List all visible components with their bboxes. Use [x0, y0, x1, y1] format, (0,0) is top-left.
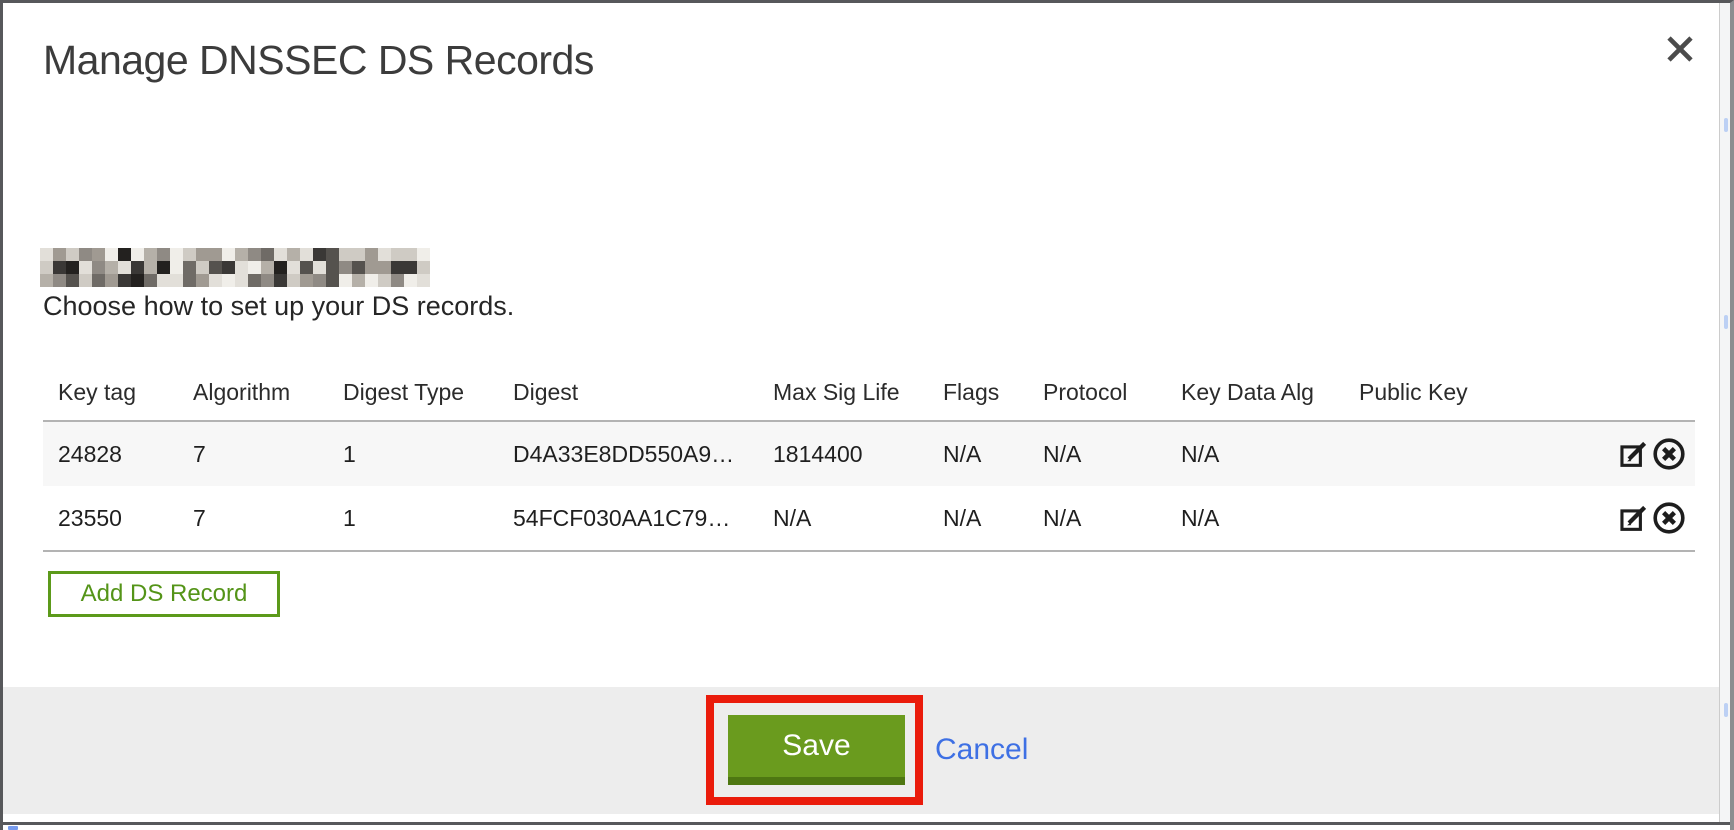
cell-public-key [1359, 421, 1523, 486]
table-row: 24828 7 1 D4A33E8DD550A9… 1814400 N/A N/… [43, 421, 1695, 486]
table-header-row: Key tag Algorithm Digest Type Digest Max… [43, 373, 1695, 421]
cell-algorithm: 7 [193, 421, 343, 486]
gutter-artifact [1724, 703, 1728, 717]
close-x-icon [1666, 35, 1694, 63]
header-algorithm: Algorithm [193, 373, 343, 421]
delete-record-button[interactable] [1651, 500, 1687, 536]
cancel-link[interactable]: Cancel [935, 733, 1028, 767]
cell-flags: N/A [943, 421, 1043, 486]
table-row: 23550 7 1 54FCF030AA1C79… N/A N/A N/A N/… [43, 486, 1695, 551]
edit-icon [1617, 501, 1651, 535]
gutter-artifact [1724, 118, 1728, 132]
delete-record-button[interactable] [1651, 436, 1687, 472]
header-key-tag: Key tag [43, 373, 193, 421]
header-flags: Flags [943, 373, 1043, 421]
gutter-artifact [1724, 315, 1728, 329]
cell-key-tag: 24828 [43, 421, 193, 486]
ds-records-table: Key tag Algorithm Digest Type Digest Max… [43, 373, 1695, 552]
cell-algorithm: 7 [193, 486, 343, 551]
cell-public-key [1359, 486, 1523, 551]
cell-digest-type: 1 [343, 486, 513, 551]
redacted-domain-name [40, 248, 430, 287]
cell-key-data-alg: N/A [1181, 486, 1359, 551]
edit-icon [1617, 437, 1651, 471]
edit-record-button[interactable] [1617, 437, 1651, 471]
cell-digest: 54FCF030AA1C79… [513, 486, 773, 551]
frame-bottom-border [3, 822, 1730, 825]
edit-record-button[interactable] [1617, 501, 1651, 535]
header-protocol: Protocol [1043, 373, 1181, 421]
add-ds-record-button[interactable]: Add DS Record [48, 571, 280, 617]
delete-x-icon [1651, 436, 1687, 472]
page-behind-sliver [1720, 3, 1730, 822]
cell-digest: D4A33E8DD550A9… [513, 421, 773, 486]
modal-title: Manage DNSSEC DS Records [43, 37, 594, 84]
dnssec-modal: Manage DNSSEC DS Records Choose how to s… [3, 3, 1720, 822]
cell-max-sig-life: N/A [773, 486, 943, 551]
header-key-data-alg: Key Data Alg [1181, 373, 1359, 421]
cell-protocol: N/A [1043, 486, 1181, 551]
cell-digest-type: 1 [343, 421, 513, 486]
cell-key-data-alg: N/A [1181, 421, 1359, 486]
save-button[interactable]: Save [728, 715, 905, 785]
delete-x-icon [1651, 500, 1687, 536]
cell-flags: N/A [943, 486, 1043, 551]
cell-key-tag: 23550 [43, 486, 193, 551]
close-button[interactable] [1660, 29, 1700, 69]
page-artifact [8, 826, 18, 830]
header-public-key: Public Key [1359, 373, 1523, 421]
cell-max-sig-life: 1814400 [773, 421, 943, 486]
modal-footer: Save Cancel [3, 687, 1719, 814]
header-digest: Digest [513, 373, 773, 421]
cell-protocol: N/A [1043, 421, 1181, 486]
header-max-sig-life: Max Sig Life [773, 373, 943, 421]
modal-subtitle: Choose how to set up your DS records. [43, 291, 514, 322]
header-digest-type: Digest Type [343, 373, 513, 421]
header-actions [1523, 373, 1695, 421]
screenshot-frame: Manage DNSSEC DS Records Choose how to s… [0, 0, 1734, 830]
